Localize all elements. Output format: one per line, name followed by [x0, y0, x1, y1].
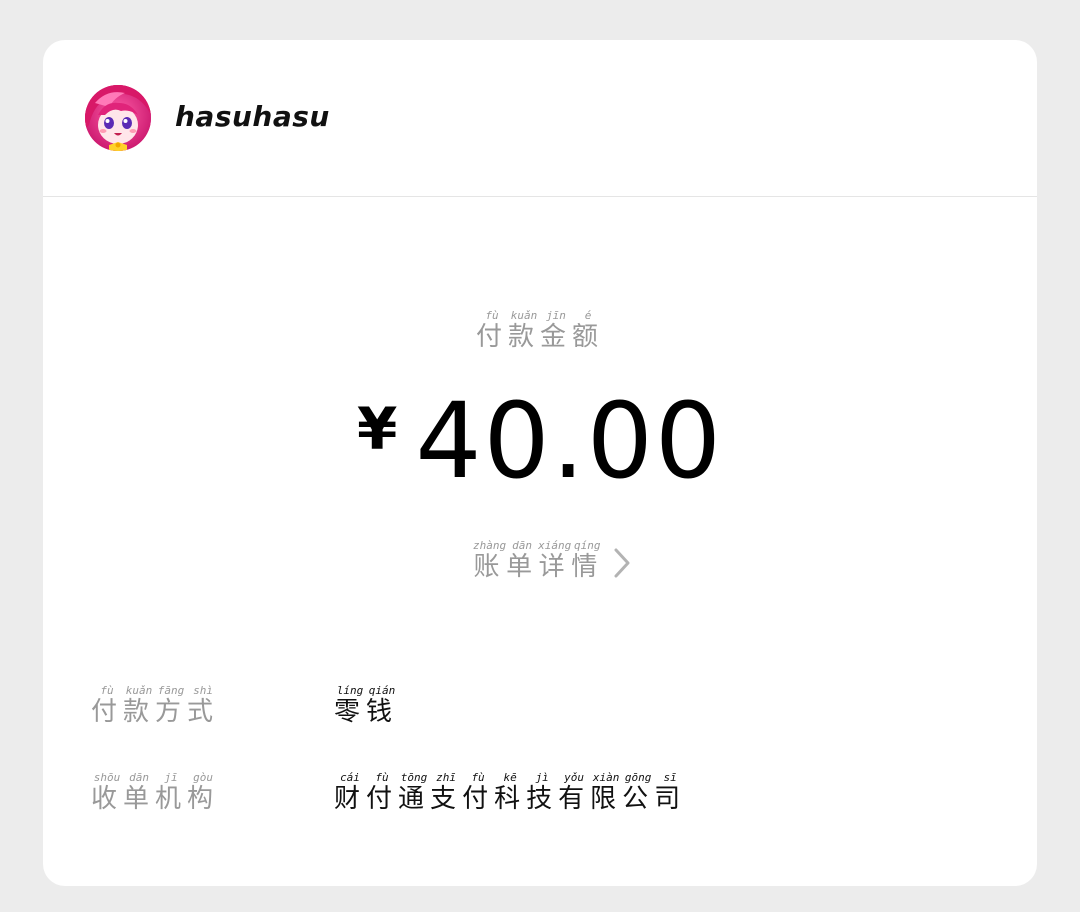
pinyin-annotation: shì [187, 684, 220, 697]
merchant-header[interactable]: hasuhasu [43, 40, 1037, 197]
pinyin-char: 公gōng [622, 771, 655, 814]
pinyin-annotation: yǒu [558, 771, 591, 784]
pinyin-char: 通tōng [398, 771, 431, 814]
pinyin-annotation: xiàn [590, 771, 623, 784]
pinyin-char: 单dān [506, 539, 539, 582]
pinyin-char: 单dān [123, 771, 156, 814]
pinyin-char: 款kuǎn [507, 309, 540, 352]
currency-symbol: ¥ [356, 395, 398, 463]
pinyin-annotation: shōu [91, 771, 123, 784]
payment-method-value: 零líng钱qián [334, 684, 399, 728]
pinyin-annotation: sī [654, 771, 687, 784]
pinyin-annotation: dān [123, 771, 156, 784]
pinyin-char: 技jì [526, 771, 559, 814]
pinyin-char: 司sī [654, 771, 687, 814]
pinyin-annotation: fù [475, 309, 508, 322]
pinyin-char: 账zhàng [473, 539, 507, 582]
pinyin-annotation: fāng [155, 684, 188, 697]
payment-method-label: 付fù款kuǎn方fāng式shì [91, 684, 220, 728]
pinyin-annotation: fù [366, 771, 399, 784]
merchant-name[interactable]: hasuhasu [175, 100, 330, 133]
pinyin-annotation: gòu [187, 771, 220, 784]
pinyin-char: 零líng [334, 684, 367, 727]
pinyin-char: 情qíng [571, 539, 604, 582]
pinyin-char: 有yǒu [558, 771, 591, 814]
pinyin-char: 详xiáng [538, 539, 572, 582]
pinyin-char: 科kē [494, 771, 527, 814]
pinyin-annotation: fù [91, 684, 123, 697]
amount-label: 付fù款kuǎn金jīn额é [43, 309, 1037, 353]
pinyin-char: 构gòu [187, 771, 220, 814]
acquirer-label: 收shōu单dān机jī构gòu [91, 771, 220, 815]
pinyin-annotation: jì [526, 771, 559, 784]
pinyin-annotation: jīn [540, 309, 572, 322]
pinyin-annotation: tōng [398, 771, 431, 784]
payment-amount: ¥40.00 [43, 380, 1037, 502]
pinyin-char: 金jīn [540, 309, 573, 352]
pinyin-annotation: gōng [622, 771, 655, 784]
pinyin-annotation: zhī [430, 771, 463, 784]
pinyin-char: 付fù [366, 771, 399, 814]
pinyin-char: 支zhī [430, 771, 463, 814]
pinyin-char: 付fù [462, 771, 495, 814]
pinyin-char: 收shōu [91, 771, 124, 814]
acquirer-value: 财cái付fù通tōng支zhī付fù科kē技jì有yǒu限xiàn公gōng司… [334, 771, 687, 815]
pinyin-char: 限xiàn [590, 771, 623, 814]
pinyin-char: 钱qián [366, 684, 399, 727]
chevron-right-icon [614, 548, 630, 578]
pinyin-annotation: fù [462, 771, 495, 784]
pinyin-char: 财cái [334, 771, 367, 814]
pinyin-annotation: líng [334, 684, 366, 697]
pinyin-char: 式shì [187, 684, 220, 727]
pinyin-annotation: kuǎn [507, 309, 540, 322]
pinyin-annotation: qián [366, 684, 399, 697]
pinyin-annotation: jī [155, 771, 188, 784]
pinyin-annotation: é [572, 309, 605, 322]
pinyin-char: 机jī [155, 771, 188, 814]
pinyin-annotation: qíng [571, 539, 604, 552]
bill-details-label: 账zhàng单dān详xiáng情qíng [473, 539, 604, 583]
pinyin-char: 款kuǎn [123, 684, 156, 727]
pinyin-annotation: zhàng [473, 539, 507, 552]
pinyin-char: 付fù [475, 309, 508, 352]
bill-details-link[interactable]: 账zhàng单dān详xiáng情qíng [473, 539, 631, 583]
pinyin-char: 方fāng [155, 684, 188, 727]
amount-value: 40.00 [415, 380, 724, 502]
merchant-avatar[interactable] [85, 85, 151, 151]
pinyin-annotation: kē [494, 771, 527, 784]
pinyin-char: 额é [572, 309, 605, 352]
pinyin-annotation: cái [334, 771, 366, 784]
anime-girl-avatar-icon [85, 85, 151, 151]
pinyin-annotation: dān [506, 539, 539, 552]
payment-card: hasuhasu 付fù款kuǎn金jīn额é ¥40.00 账zhàng单dā… [43, 40, 1037, 886]
pinyin-annotation: xiáng [538, 539, 572, 552]
pinyin-annotation: kuǎn [123, 684, 156, 697]
pinyin-char: 付fù [91, 684, 124, 727]
